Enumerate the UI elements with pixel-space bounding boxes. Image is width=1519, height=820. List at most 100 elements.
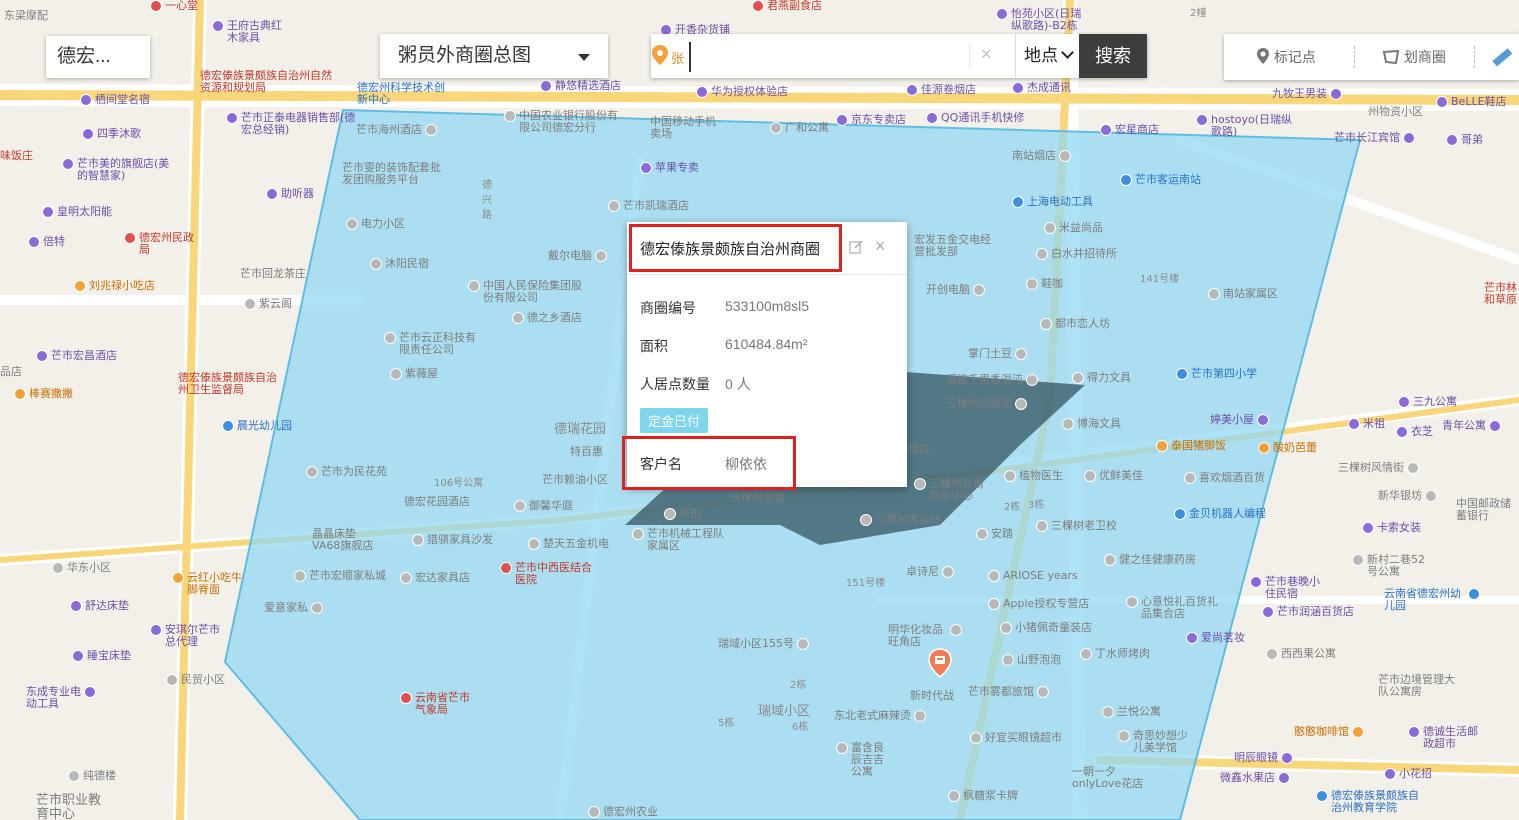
poi[interactable]: 杰成通讯 [1012,82,1071,94]
poi[interactable]: 纯德楼 [68,770,116,782]
poi[interactable]: 卡索女装 [1362,522,1421,534]
poi[interactable]: 紫云阁 [244,298,292,310]
poi[interactable]: 三棵树风情苑 [946,398,1027,410]
poi[interactable]: 金贝机器人编程 [1174,508,1266,520]
poi[interactable]: 卓诗尼 [906,566,954,578]
draw-area-button[interactable]: 划商圈 [1382,34,1446,80]
poi[interactable]: 南站烟店 [1012,150,1071,162]
poi[interactable]: BeLLE鞋店 [1436,96,1507,108]
poi[interactable]: 丁水师烤肉 [1080,648,1150,660]
poi[interactable]: 华东小区 [52,562,112,574]
poi[interactable]: 东北老式麻辣烫 [834,710,926,722]
close-button[interactable]: × [875,236,886,257]
poi[interactable]: 云南省德宏州幼儿园 [1384,588,1480,612]
poi[interactable]: 九牧王男装 [1272,88,1342,100]
poi[interactable]: 明辰眼镜 [1234,752,1293,764]
poi[interactable]: 芒市职业教育中心 [36,794,102,820]
poi[interactable]: 佳源卷烟店 [906,84,976,96]
poi[interactable]: 芒市润涵百货店 [1262,606,1354,618]
poi[interactable]: 德宏州民政局 [124,232,200,256]
poi[interactable]: 德宏州农业 [588,806,658,818]
poi[interactable]: 芒市边境管理大队公寓房 [1378,674,1458,698]
poi[interactable]: 东成专业电动工具 [26,686,96,710]
poi[interactable]: 德宏傣族景颇族自治州自然资源和规划局 [200,70,340,94]
poi[interactable]: 喜欢烟酒百货 [1184,472,1265,484]
poi[interactable]: 皇明太阳能 [42,206,112,218]
poi[interactable]: 特百惠 [570,446,603,458]
area-dropdown[interactable]: 粥员外商圈总图 [380,34,608,78]
poi[interactable]: 哥弟 [1446,134,1483,146]
poi[interactable]: 芒市雯的装饰配套批发团购服务平台 [342,162,442,186]
poi[interactable]: 芒市美的旗舰店(美的智慧家) [62,158,172,182]
poi[interactable]: 芒市巷晚小住民宿 [1250,576,1330,600]
poi[interactable]: 宏发五金交电经营批发部 [914,234,994,258]
poi[interactable]: 云南省芒市气象局 [400,692,480,716]
poi[interactable]: 芒市正泰电器销售部(德宏总经销) [226,112,356,136]
poi[interactable]: 苹果专卖 [640,162,699,174]
poi[interactable]: 德宏花园酒店 [404,496,470,508]
poi[interactable]: 三棵树风情街 [1338,462,1419,474]
poi[interactable]: 青年公寓 [1442,420,1501,432]
poi[interactable]: 衣芝 [1396,426,1433,438]
poi[interactable]: 棒赛撒撇 [14,388,73,400]
poi[interactable]: 西西果公寓 [1266,648,1336,660]
poi[interactable]: 紫薇屋 [390,368,438,380]
poi[interactable]: 芒市云正科技有限责任公司 [384,332,484,356]
poi[interactable]: 刘兆禄小吃店 [74,280,155,292]
poi[interactable]: 芒市雾都旅馆 [968,686,1049,698]
mark-point-button[interactable]: 标记点 [1256,34,1316,80]
poi[interactable]: 爱尚茗妆 [1186,632,1245,644]
poi[interactable]: 中国邮政储蓄银行 [1456,498,1516,522]
ruler-button[interactable] [1490,34,1513,80]
poi[interactable]: 安踏 [976,528,1013,540]
poi[interactable]: 明华化妆品旺角店 [888,624,962,648]
poi[interactable]: 芒市赖油小区 [542,474,608,486]
poi[interactable]: 云红小吃牛脚脊面 [172,572,252,596]
poi[interactable]: 睡宝床垫 [72,650,131,662]
edit-icon[interactable] [849,240,863,254]
poi[interactable]: 芒市凯瑞酒店 [608,200,689,212]
poi[interactable]: 芒市宏顺家私城 [294,570,386,582]
poi[interactable]: QQ通讯手机快修 [926,112,1024,124]
poi[interactable]: 舒达床垫 [70,600,129,612]
poi[interactable]: 德之乡酒店 [512,312,582,324]
poi[interactable]: 州物资小区 [1368,106,1423,118]
poi[interactable]: 掌门土豆 [968,348,1027,360]
poi[interactable]: 一朝一夕onlyLove花店 [1072,766,1152,790]
poi[interactable]: 都市恋人坊 [1040,318,1110,330]
poi[interactable]: 优鲜美佳 [1084,470,1143,482]
poi[interactable]: 兰悦公寓 [1102,706,1161,718]
search-button[interactable]: 搜索 [1079,34,1147,78]
poi[interactable]: 三棵树老卫校 [1036,520,1117,532]
poi[interactable]: 宏达家具店 [400,572,470,584]
poi[interactable]: ARIOSE years [988,570,1078,582]
poi[interactable]: 三棵树客运站 [860,514,941,526]
search-input[interactable] [689,42,967,72]
poi[interactable]: 得力文具 [1072,372,1131,384]
poi[interactable]: 米益尚品 [1044,222,1103,234]
poi[interactable]: 晶晶床垫VA68旗舰店 [312,528,382,552]
poi[interactable]: 爱意家私 [264,602,323,614]
poi[interactable]: 鞋咖 [1026,278,1063,290]
poi[interactable]: 福建千里香混沌 [946,374,1038,386]
poi[interactable]: 芒市第四小学 [1176,368,1257,380]
poi[interactable]: 芒市机械工程队家属区 [632,528,732,552]
poi[interactable]: 晨光幼儿园 [222,420,292,432]
poi[interactable]: 奇思妙想少儿美学馆 [1118,730,1198,754]
clear-search-button[interactable]: × [981,44,992,65]
poi[interactable]: 憨憨咖啡馆 [1294,726,1364,738]
poi[interactable]: 芒市海州酒店 [356,124,437,136]
city-selector[interactable]: 德宏... [46,36,150,78]
poi[interactable]: 芒市客运南站 [1120,174,1201,186]
poi[interactable]: 开创电脑 [926,284,985,296]
poi[interactable]: 四季沐歌 [82,128,141,140]
poi[interactable]: 小花招 [1384,768,1432,780]
poi[interactable]: 微鑫水果店 [1220,772,1290,784]
poi[interactable]: 怡苑小区(日瑞纵歌路)-B2栋 [996,8,1086,32]
poi[interactable]: 瑞域小区155号 [718,638,809,650]
poi[interactable]: 三九公寓 [1398,396,1457,408]
poi[interactable]: 中国移动手机卖场 [650,116,720,140]
poi[interactable]: 民贸小区 [166,674,225,686]
poi[interactable]: hostoyo(日瑞纵歌路) [1196,114,1296,138]
poi[interactable]: 婷美小屋 [1210,414,1269,426]
